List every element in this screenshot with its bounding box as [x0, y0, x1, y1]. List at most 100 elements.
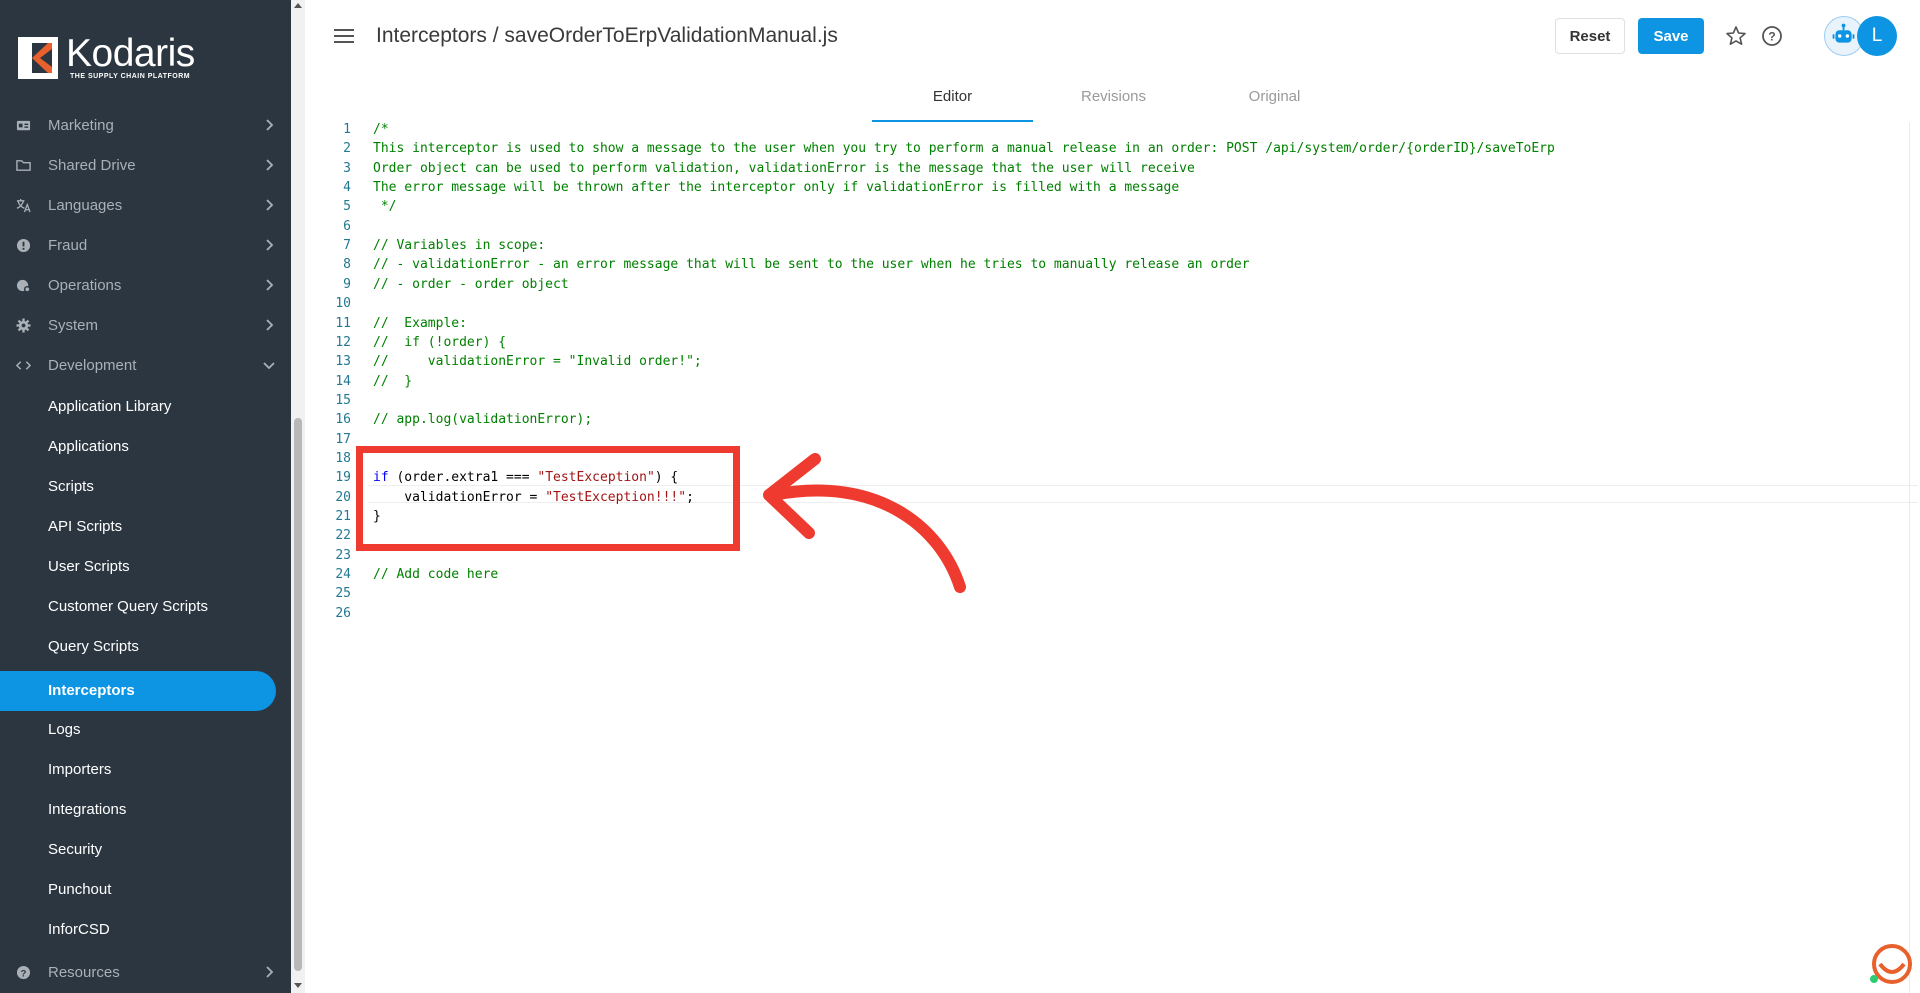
- user-avatar[interactable]: L: [1857, 16, 1897, 56]
- alert-circle-icon: [16, 238, 31, 253]
- sidebar-item-label: Development: [48, 356, 137, 374]
- operations-icon: [16, 279, 31, 293]
- sidebar-item-punchout[interactable]: Punchout: [0, 870, 276, 910]
- sidebar-item-query-scripts[interactable]: Query Scripts: [0, 627, 276, 667]
- editor-tabs: Editor Revisions Original: [305, 72, 1920, 123]
- sidebar-item-security[interactable]: Security: [0, 830, 276, 870]
- line-number: 7: [343, 238, 351, 254]
- highlight-box: [356, 446, 740, 551]
- sidebar-item-integrations[interactable]: Integrations: [0, 790, 276, 830]
- code-line: // Add code here: [373, 567, 499, 583]
- code-line: Order object can be used to perform vali…: [373, 160, 1195, 176]
- sidebar-item-label: Scripts: [48, 478, 94, 495]
- chevron-right-icon: [266, 966, 274, 978]
- line-number: 9: [343, 276, 351, 292]
- scroll-down-arrow-icon[interactable]: [294, 983, 302, 988]
- chevron-right-icon: [266, 279, 274, 291]
- sidebar-item-fraud[interactable]: Fraud: [0, 225, 291, 265]
- line-number: 8: [343, 257, 351, 273]
- code-line: // - order - order object: [373, 276, 569, 292]
- line-number: 5: [343, 199, 351, 215]
- code-line: /*: [373, 122, 389, 137]
- sidebar-item-scripts[interactable]: Scripts: [0, 467, 276, 507]
- sidebar-item-application-library[interactable]: Application Library: [0, 387, 276, 427]
- chevron-right-icon: [266, 159, 274, 171]
- kodaris-logo[interactable]: Kodaris THE SUPPLY CHAIN PLATFORM: [18, 32, 195, 80]
- sidebar-item-label: Punchout: [48, 881, 112, 898]
- line-number: 12: [335, 334, 351, 350]
- page-title: Interceptors / saveOrderToErpValidationM…: [376, 24, 838, 47]
- sidebar-item-customer-query-scripts[interactable]: Customer Query Scripts: [0, 587, 276, 627]
- sidebar-scrollbar[interactable]: [291, 0, 305, 993]
- sidebar-item-languages[interactable]: Languages: [0, 185, 291, 225]
- scroll-up-arrow-icon[interactable]: [294, 3, 302, 8]
- sidebar-item-label: Interceptors: [48, 682, 135, 699]
- menu-icon[interactable]: [333, 25, 355, 47]
- tab-editor[interactable]: Editor: [872, 72, 1033, 122]
- sidebar-item-label: Integrations: [48, 801, 127, 818]
- sidebar-item-operations[interactable]: Operations: [0, 265, 291, 305]
- chevron-right-icon: [266, 319, 274, 331]
- tab-original[interactable]: Original: [1194, 72, 1355, 120]
- sidebar-item-logs[interactable]: Logs: [0, 710, 276, 750]
- line-number: 21: [335, 509, 351, 524]
- code-line: // }: [373, 373, 413, 389]
- sidebar-item-label: Resources: [48, 963, 120, 981]
- line-number: 26: [335, 605, 351, 621]
- brand-tagline: THE SUPPLY CHAIN PLATFORM: [70, 73, 191, 80]
- code-line: This interceptor is used to show a messa…: [373, 141, 1555, 157]
- marketing-icon: [16, 120, 31, 131]
- line-number: 6: [343, 218, 351, 234]
- gear-icon: [16, 318, 31, 333]
- sidebar-item-system[interactable]: System: [0, 305, 291, 345]
- annotation-arrow-icon: [763, 453, 966, 593]
- code-icon: [16, 361, 31, 370]
- code-line: // if (!order) {: [373, 334, 507, 350]
- help-icon[interactable]: ?: [1760, 24, 1784, 48]
- line-number: 15: [335, 392, 351, 408]
- sidebar-item-marketing[interactable]: Marketing: [0, 105, 291, 145]
- line-number: 20: [335, 489, 351, 505]
- line-number: 19: [335, 470, 351, 486]
- sidebar-item-label: Marketing: [48, 116, 114, 134]
- line-number: 18: [335, 450, 351, 466]
- sidebar-item-api-scripts[interactable]: API Scripts: [0, 507, 276, 547]
- line-number: 17: [335, 431, 351, 447]
- sidebar-item-interceptors[interactable]: Interceptors: [0, 671, 276, 711]
- star-icon[interactable]: [1724, 24, 1748, 48]
- save-button[interactable]: Save: [1638, 18, 1704, 54]
- brand-name: Kodaris: [66, 32, 195, 75]
- editor-scrollbar[interactable]: [1909, 122, 1910, 993]
- line-number: 16: [335, 412, 351, 428]
- sidebar-item-label: API Scripts: [48, 518, 123, 535]
- sidebar-item-importers[interactable]: Importers: [0, 750, 276, 790]
- sidebar-item-shared-drive[interactable]: Shared Drive: [0, 145, 291, 185]
- sidebar-item-inforcsd[interactable]: InforCSD: [0, 910, 276, 950]
- support-chat-icon[interactable]: [1868, 942, 1912, 986]
- code-line: // - validationError - an error message …: [373, 257, 1250, 273]
- sidebar-item-label: Security: [48, 841, 103, 858]
- sidebar-item-development[interactable]: Development: [0, 345, 291, 385]
- line-number: 14: [335, 373, 351, 389]
- code-line: // validationError = "Invalid order!";: [373, 354, 702, 370]
- folder-icon: [16, 160, 31, 171]
- sidebar-item-label: Shared Drive: [48, 156, 136, 174]
- sidebar-item-label: User Scripts: [48, 558, 130, 575]
- top-header: Interceptors / saveOrderToErpValidationM…: [305, 0, 1920, 72]
- sidebar-item-label: Query Scripts: [48, 638, 139, 655]
- sidebar-item-label: Importers: [48, 761, 112, 778]
- line-number: 13: [335, 354, 351, 370]
- tab-revisions[interactable]: Revisions: [1033, 72, 1194, 120]
- svg-text:?: ?: [21, 968, 27, 978]
- code-editor[interactable]: 1 /* 2 This interceptor is used to show a m…: [305, 122, 1920, 993]
- line-number: 10: [335, 296, 351, 312]
- scrollbar-thumb[interactable]: [294, 418, 302, 971]
- sidebar-item-user-scripts[interactable]: User Scripts: [0, 547, 276, 587]
- sidebar-item-applications[interactable]: Applications: [0, 427, 276, 467]
- sidebar-item-resources[interactable]: ? Resources: [0, 952, 291, 992]
- line-number: 24: [335, 567, 351, 583]
- sidebar-item-label: Logs: [48, 721, 81, 738]
- chevron-right-icon: [266, 199, 274, 211]
- reset-button[interactable]: Reset: [1555, 18, 1625, 54]
- line-number: 22: [335, 528, 351, 544]
